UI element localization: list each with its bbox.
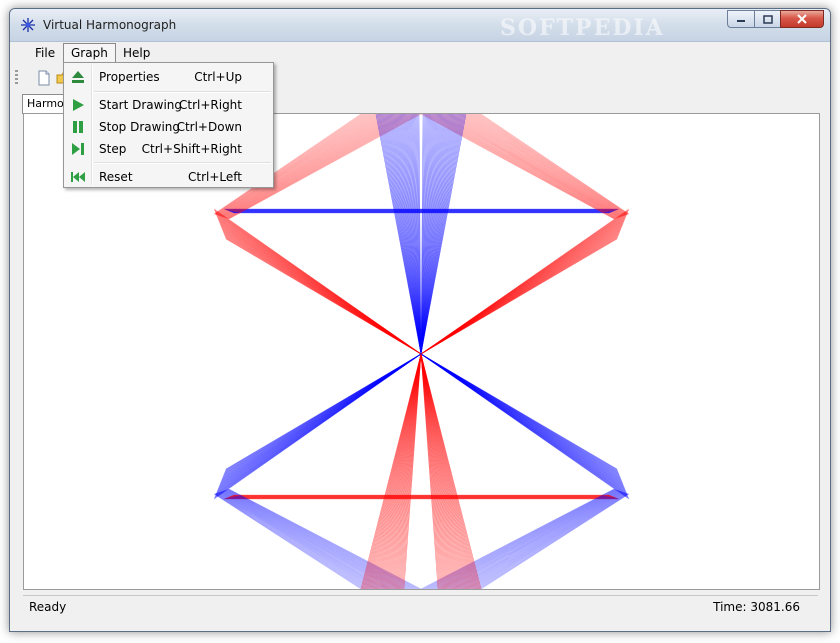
menu-item-step[interactable]: Step Ctrl+Shift+Right — [66, 138, 271, 160]
minimize-icon — [737, 20, 745, 22]
menu-separator — [94, 162, 271, 164]
figure-stroke — [420, 238, 618, 355]
menu-item-shortcut: Ctrl+Left — [188, 170, 242, 184]
title-bar[interactable]: Virtual Harmonograph SOFTPEDIA — [10, 9, 830, 42]
menu-item-label: Step — [99, 142, 127, 156]
menu-item-start-drawing[interactable]: Start Drawing Ctrl+Right — [66, 94, 271, 116]
menu-item-stop-drawing[interactable]: Stop Drawing Ctrl+Down — [66, 116, 271, 138]
menu-item-label: Stop Drawing — [99, 120, 180, 134]
new-file-icon[interactable] — [35, 69, 53, 87]
graph-menu-dropdown: Properties Ctrl+Up Start Drawing Ctrl+Ri… — [63, 62, 274, 188]
star-app-icon — [21, 18, 35, 32]
close-button[interactable] — [780, 10, 824, 28]
caption-buttons — [727, 10, 824, 30]
figure-stroke — [225, 353, 422, 470]
toolbar-grip[interactable] — [15, 70, 18, 86]
maximize-icon — [762, 14, 773, 24]
menu-bar: File Graph Help — [10, 42, 830, 64]
menu-item-properties[interactable]: Properties Ctrl+Up — [66, 66, 271, 88]
play-icon — [73, 99, 84, 111]
menu-item-shortcut: Ctrl+Right — [178, 98, 242, 112]
menu-item-label: Properties — [99, 70, 160, 84]
watermark-logo: SOFTPEDIA — [500, 15, 665, 41]
menu-file[interactable]: File — [28, 43, 62, 63]
pause-icon — [73, 121, 83, 133]
rewind-icon — [71, 172, 85, 182]
status-text: Ready — [29, 600, 67, 614]
window-title: Virtual Harmonograph — [43, 18, 177, 32]
menu-item-shortcut: Ctrl+Down — [176, 120, 242, 134]
properties-icon — [72, 71, 84, 83]
time-readout: Time: 3081.66 — [713, 600, 800, 614]
menu-item-shortcut: Ctrl+Up — [194, 70, 242, 84]
figure-stroke — [420, 353, 618, 470]
step-icon — [72, 143, 84, 155]
maximize-button[interactable] — [754, 10, 780, 28]
menu-item-label: Start Drawing — [99, 98, 183, 112]
menu-item-shortcut: Ctrl+Shift+Right — [141, 142, 242, 156]
menu-item-reset[interactable]: Reset Ctrl+Left — [66, 166, 271, 188]
menu-help[interactable]: Help — [116, 43, 157, 63]
menu-item-label: Reset — [99, 170, 133, 184]
close-icon — [797, 14, 807, 24]
minimize-button[interactable] — [727, 10, 754, 28]
figure-stroke — [225, 238, 422, 355]
menu-graph[interactable]: Graph — [63, 43, 116, 63]
menu-separator — [94, 91, 271, 93]
status-bar: Ready Time: 3081.66 — [23, 595, 818, 618]
